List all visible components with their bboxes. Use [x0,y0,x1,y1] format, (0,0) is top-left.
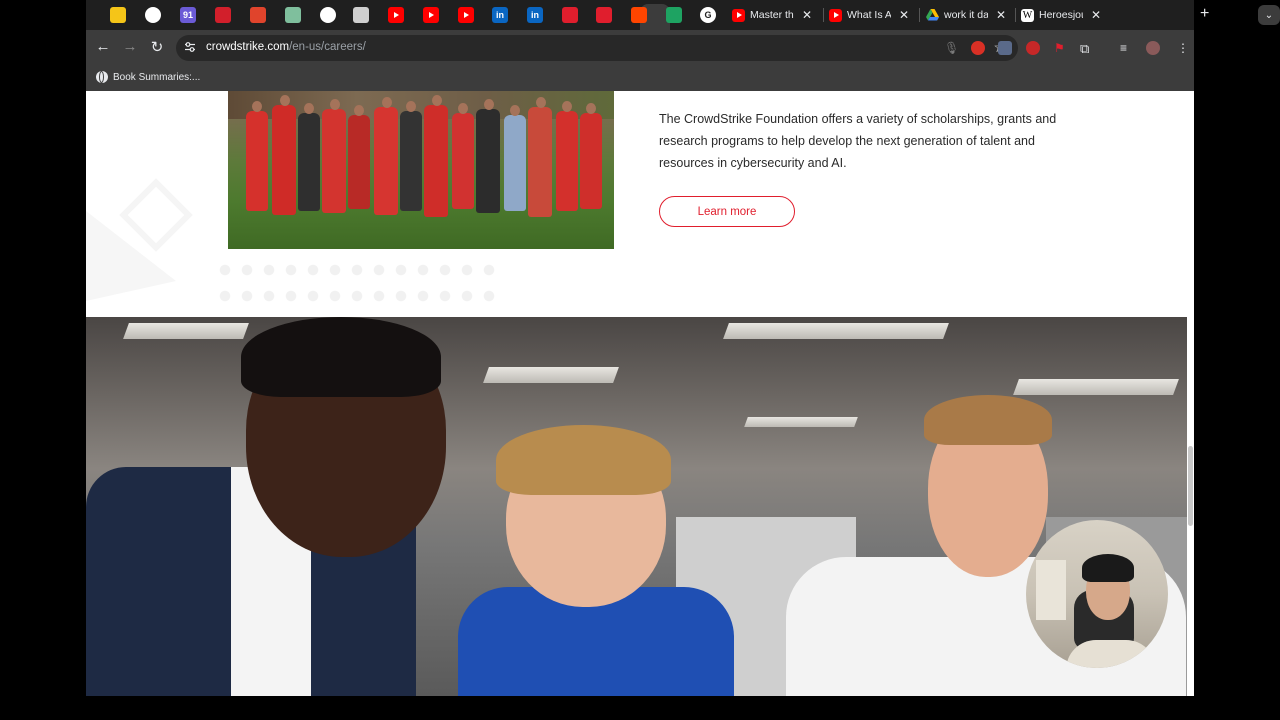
youtube-icon[interactable] [458,7,474,23]
site-info-icon[interactable] [184,41,196,53]
tab-work-it-da[interactable]: work it da ✕ [926,4,1006,26]
drive-icon [926,9,939,22]
youtube-icon [829,8,842,22]
new-tab-button[interactable]: + [1200,5,1209,23]
tab-search-button[interactable]: ⌄ [1258,5,1280,25]
bookmarks-bar: Book Summaries:... [86,66,1194,91]
close-icon[interactable]: ✕ [1091,8,1101,22]
reload-button[interactable]: ↻ [147,38,167,56]
google-icon[interactable]: G [700,7,716,23]
wikipedia-icon: W [1021,8,1034,22]
maps-grid-icon[interactable] [285,7,301,23]
linkedin-icon[interactable]: in [527,7,543,23]
bookmark-book-summaries[interactable]: Book Summaries:... [96,71,200,83]
close-icon[interactable]: ✕ [802,8,812,22]
decorative-dot-grid [214,257,504,307]
ceiling-light [483,367,619,383]
reddit-icon[interactable] [631,7,647,23]
scrollbar-thumb[interactable] [1188,446,1193,526]
microphone-icon[interactable]: 🎙 [944,41,959,55]
reading-list-icon[interactable]: ≡ [1120,41,1134,55]
crowdstrike-icon[interactable] [596,7,612,23]
tab-master-the[interactable]: Master th ✕ [732,4,812,26]
tab-title: What Is A [847,9,891,21]
tab-heroesjou[interactable]: W Heroesjou ✕ [1021,4,1101,26]
bookmark-label: Book Summaries:... [113,71,201,83]
extensions-puzzle-icon[interactable]: ⧉ [1080,41,1094,56]
url-text[interactable]: crowdstrike.com/en-us/careers/ [206,41,366,53]
back-button[interactable]: ← [93,38,113,55]
menu-kebab-icon[interactable]: ⋮ [1176,41,1190,55]
tab-title: Master th [750,9,794,21]
m-logo-icon[interactable] [215,7,231,23]
page-scrollbar[interactable] [1187,91,1194,696]
browser-toolbar: ← → ↻ crowdstrike.com/en-us/careers/ ☆ 🎙… [86,30,1194,66]
info-icon[interactable] [145,7,161,23]
tab-strip: 91 in in G Master th ✕ What Is A ✕ work it … [86,0,1280,30]
address-bar[interactable]: crowdstrike.com/en-us/careers/ ☆ [176,35,1018,61]
extension-badge-icon[interactable] [1026,41,1040,55]
ceiling-light [744,417,858,427]
foundation-description: The CrowdStrike Foundation offers a vari… [659,112,1057,170]
shield-icon[interactable] [353,7,369,23]
close-icon[interactable]: ✕ [996,8,1006,22]
badge-icon[interactable]: 91 [180,7,196,23]
ceiling-light [123,323,249,339]
sheets-icon[interactable] [666,7,682,23]
miro-icon[interactable] [110,7,126,23]
foundation-group-photo [228,91,614,249]
extension-dots-icon[interactable] [998,41,1012,55]
tab-what-is-a[interactable]: What Is A ✕ [829,4,909,26]
crowdstrike-icon[interactable] [562,7,578,23]
extension-record-icon[interactable] [971,41,985,55]
bookmark-ribbon-icon[interactable] [250,7,266,23]
extension-falcon-icon[interactable]: ⚑ [1054,41,1068,55]
tab-title: Heroesjou [1039,9,1083,21]
webcam-overlay [1026,520,1168,668]
ceiling-light [1013,379,1179,395]
careers-team-photo [86,317,1187,696]
forward-button[interactable]: → [120,38,140,55]
youtube-icon[interactable] [423,7,439,23]
learn-more-button[interactable]: Learn more [659,196,795,227]
ceiling-light [723,323,949,339]
tab-divider [823,8,824,22]
tab-title: work it da [944,9,988,21]
youtube-icon [732,8,745,22]
close-icon[interactable]: ✕ [899,8,909,22]
url-path: /en-us/careers/ [289,41,366,53]
tab-divider [919,8,920,22]
compass-icon[interactable] [320,7,336,23]
globe-icon [96,71,108,83]
linkedin-icon[interactable]: in [492,7,508,23]
profile-avatar[interactable] [1146,41,1160,55]
tab-divider [1015,8,1016,22]
url-host: crowdstrike.com [206,41,290,53]
youtube-icon[interactable] [388,7,404,23]
